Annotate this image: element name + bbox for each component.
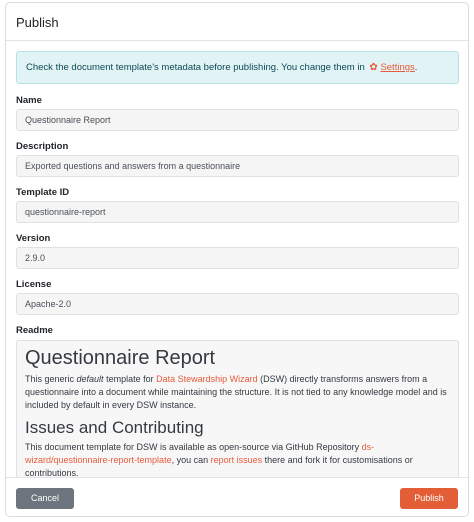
readme-preview[interactable]: Questionnaire Report This generic defaul… <box>16 340 459 477</box>
version-label: Version <box>16 233 51 244</box>
readme-label: Readme <box>16 325 53 336</box>
cogs-icon: ✿ <box>369 62 378 73</box>
modal-footer: Cancel Publish <box>6 477 468 516</box>
version-field[interactable]: 2.9.0 <box>16 247 459 269</box>
name-label: Name <box>16 95 42 106</box>
info-alert: Check the document template's metadata b… <box>16 51 459 84</box>
license-field[interactable]: Apache-2.0 <box>16 293 459 315</box>
description-field[interactable]: Exported questions and answers from a qu… <box>16 155 459 177</box>
report-issues-link[interactable]: report issues <box>211 455 263 465</box>
license-label: License <box>16 279 52 290</box>
cancel-button[interactable]: Cancel <box>16 488 74 509</box>
description-label: Description <box>16 141 69 152</box>
publish-modal: Publish Check the document template's me… <box>5 2 469 517</box>
name-field[interactable]: Questionnaire Report <box>16 109 459 131</box>
readme-paragraph-intro: This generic default template for Data S… <box>25 374 447 410</box>
modal-body[interactable]: Check the document template's metadata b… <box>6 41 468 477</box>
template-id-label: Template ID <box>16 187 70 198</box>
settings-link[interactable]: Settings <box>380 62 414 73</box>
readme-paragraph-contributing: This document template for DSW is availa… <box>25 442 413 477</box>
readme-subheading: Issues and Contributing <box>25 418 204 437</box>
template-id-field[interactable]: questionnaire-report <box>16 201 459 223</box>
alert-end: . <box>414 62 418 73</box>
dsw-link[interactable]: Data Stewardship Wizard <box>156 374 258 384</box>
modal-title: Publish <box>6 3 468 41</box>
publish-button[interactable]: Publish <box>400 488 458 509</box>
readme-heading: Questionnaire Report <box>25 347 216 369</box>
alert-text: Check the document template's metadata b… <box>26 62 365 73</box>
